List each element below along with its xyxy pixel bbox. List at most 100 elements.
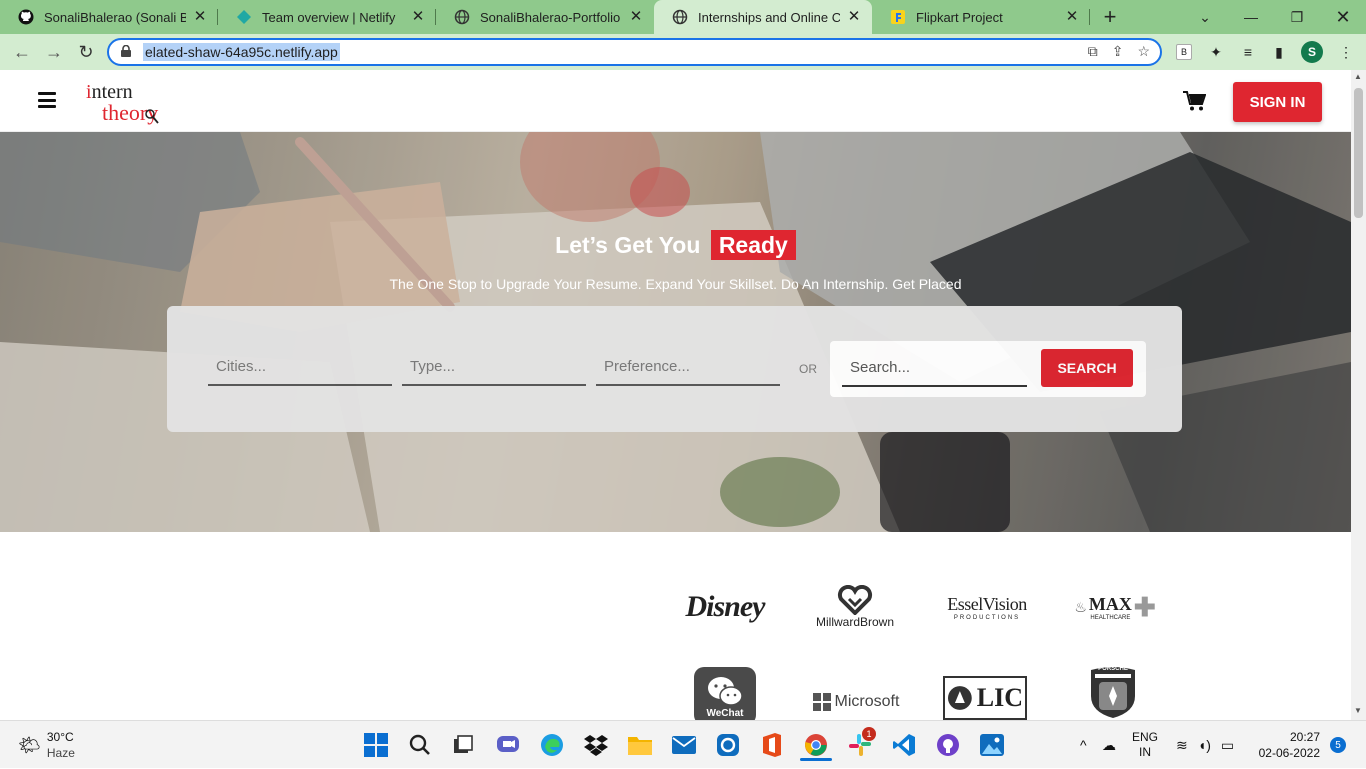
- extensions-puzzle-icon[interactable]: ✦: [1204, 40, 1228, 64]
- bookmark-star-icon[interactable]: ☆: [1137, 43, 1150, 60]
- wifi-icon[interactable]: ≋: [1176, 737, 1188, 754]
- tab-netlify[interactable]: Team overview | Netlify ✕: [218, 0, 436, 34]
- translate-icon[interactable]: ⧉: [1088, 43, 1098, 60]
- weather-temp: 30°C: [46, 730, 74, 744]
- hero-title-highlight: Ready: [710, 230, 796, 260]
- share-icon[interactable]: ⇪: [1112, 43, 1124, 60]
- wechat-logo: WeChat: [694, 667, 756, 720]
- hero-section: Let’s Get You Ready The One Stop to Upgr…: [0, 132, 1351, 532]
- close-window-icon[interactable]: ✕: [1320, 0, 1366, 34]
- close-icon[interactable]: ✕: [628, 9, 644, 25]
- close-icon[interactable]: ✕: [1064, 9, 1080, 25]
- reload-icon[interactable]: ↻: [70, 36, 102, 68]
- close-icon[interactable]: ✕: [846, 9, 862, 25]
- lic-emblem-icon: [947, 686, 972, 710]
- search-input[interactable]: Search...: [842, 349, 1027, 387]
- globe-icon: [672, 9, 688, 25]
- tab-label: SonaliBhalerao-Portfolio: [480, 9, 621, 25]
- microsoft-squares-icon: [812, 693, 831, 711]
- scroll-up-icon[interactable]: ▲: [1354, 72, 1362, 81]
- url-text[interactable]: elated-shaw-64a95c.netlify.app: [143, 43, 340, 61]
- site-logo[interactable]: intern theory: [86, 78, 176, 126]
- onedrive-icon[interactable]: ☁: [1102, 721, 1116, 769]
- github-desktop-icon[interactable]: [934, 731, 962, 759]
- or-label: OR: [799, 362, 817, 376]
- clock[interactable]: 20:27 02-06-2022: [1259, 721, 1320, 769]
- volume-icon[interactable]: ◖): [1198, 737, 1211, 753]
- tab-label: Flipkart Project: [916, 9, 1003, 25]
- page-scrollbar[interactable]: ▲ ▼: [1351, 70, 1366, 720]
- windows-start-icon[interactable]: [362, 731, 390, 759]
- photos-icon[interactable]: [978, 731, 1006, 759]
- hero-title-text: Let’s Get You: [555, 232, 701, 258]
- close-icon[interactable]: ✕: [410, 9, 426, 25]
- flipkart-icon: [890, 9, 906, 25]
- vscode-icon[interactable]: [890, 731, 918, 759]
- chrome-icon[interactable]: [800, 731, 832, 761]
- extension-b-icon[interactable]: B: [1172, 40, 1196, 64]
- porsche-logo: PORSCHE: [1085, 662, 1141, 720]
- search-button[interactable]: SEARCH: [1041, 349, 1133, 387]
- site-navbar: intern theory SIGN IN: [0, 70, 1351, 132]
- system-tray-icons[interactable]: ≋ ◖) ▭: [1176, 721, 1234, 769]
- menu-kebab-icon[interactable]: ⋮: [1334, 40, 1358, 64]
- slack-icon[interactable]: 1: [846, 727, 876, 759]
- preference-field[interactable]: Preference...: [596, 350, 780, 386]
- tab-flipkart[interactable]: Flipkart Project ✕: [872, 0, 1090, 34]
- tab-internships[interactable]: Internships and Online Courses ✕: [654, 0, 872, 34]
- browser-toolbar: ← → ↻ elated-shaw-64a95c.netlify.app ⧉ ⇪…: [0, 34, 1366, 70]
- forward-icon[interactable]: →: [38, 36, 70, 68]
- hero-title: Let’s Get You Ready: [0, 230, 1351, 260]
- mail-icon[interactable]: [670, 731, 698, 759]
- tab-portfolio[interactable]: SonaliBhalerao-Portfolio ✕: [436, 0, 654, 34]
- battery-icon[interactable]: ▭: [1221, 737, 1234, 754]
- globe-icon: [454, 9, 470, 25]
- web-page: intern theory SIGN IN Let’s Get You Read…: [0, 70, 1366, 720]
- netlify-icon: [236, 9, 252, 25]
- tab-label: Internships and Online Courses: [698, 9, 840, 25]
- millward-heart-icon: [837, 585, 873, 615]
- store-icon[interactable]: [714, 731, 742, 759]
- scrollbar-thumb[interactable]: [1354, 88, 1363, 218]
- teams-chat-icon[interactable]: [494, 731, 522, 759]
- browser-tab-strip: SonaliBhalerao (Sonali Bhalerao) ✕ Team …: [0, 0, 1366, 34]
- minimize-icon[interactable]: —: [1228, 0, 1274, 34]
- essel-vision-logo: EsselVision PRODUCTIONS: [947, 594, 1027, 621]
- side-panel-icon[interactable]: ▮: [1267, 40, 1291, 64]
- cities-field[interactable]: Cities...: [208, 350, 392, 386]
- max-healthcare-logo: ♨ MAX HEALTHCARE ✚: [1074, 592, 1156, 622]
- file-explorer-icon[interactable]: [626, 731, 654, 759]
- reading-list-icon[interactable]: ≡: [1236, 40, 1260, 64]
- sign-in-button[interactable]: SIGN IN: [1233, 82, 1322, 122]
- tab-search-icon[interactable]: ⌄: [1182, 0, 1228, 34]
- svg-text:theory: theory: [102, 100, 158, 125]
- show-hidden-icons[interactable]: ^: [1080, 721, 1087, 769]
- language-indicator[interactable]: ENG IN: [1132, 721, 1158, 769]
- scroll-down-icon[interactable]: ▼: [1354, 706, 1362, 715]
- cart-icon[interactable]: [1182, 90, 1207, 112]
- search-icon[interactable]: [406, 731, 434, 759]
- address-bar[interactable]: elated-shaw-64a95c.netlify.app ⧉ ⇪ ☆: [107, 38, 1162, 66]
- restore-icon[interactable]: ❐: [1274, 0, 1320, 34]
- weather-widget[interactable]: 🌤 30°C Haze: [18, 721, 75, 769]
- slack-badge: 1: [862, 727, 876, 741]
- close-icon[interactable]: ✕: [192, 9, 208, 25]
- task-view-icon[interactable]: [449, 731, 477, 759]
- office-icon[interactable]: [758, 731, 786, 759]
- disney-logo: Disney: [685, 590, 766, 623]
- millward-brown-logo: MillwardBrown: [810, 582, 900, 632]
- hamburger-menu-icon[interactable]: [38, 92, 56, 108]
- notification-badge[interactable]: 5: [1330, 721, 1346, 769]
- search-group: Search... SEARCH: [830, 341, 1146, 397]
- tab-github[interactable]: SonaliBhalerao (Sonali Bhalerao) ✕: [0, 0, 218, 34]
- dropbox-icon[interactable]: [582, 731, 610, 759]
- back-icon[interactable]: ←: [6, 36, 38, 68]
- type-field[interactable]: Type...: [402, 350, 586, 386]
- search-panel: Cities... Type... Preference... OR Searc…: [167, 306, 1182, 432]
- profile-avatar[interactable]: S: [1300, 40, 1324, 64]
- new-tab-button[interactable]: +: [1090, 0, 1130, 34]
- lic-logo: LIC: [943, 676, 1027, 720]
- edge-browser-icon[interactable]: [538, 731, 566, 759]
- tab-label: Team overview | Netlify: [262, 9, 396, 25]
- microsoft-logo: Microsoft: [810, 687, 902, 717]
